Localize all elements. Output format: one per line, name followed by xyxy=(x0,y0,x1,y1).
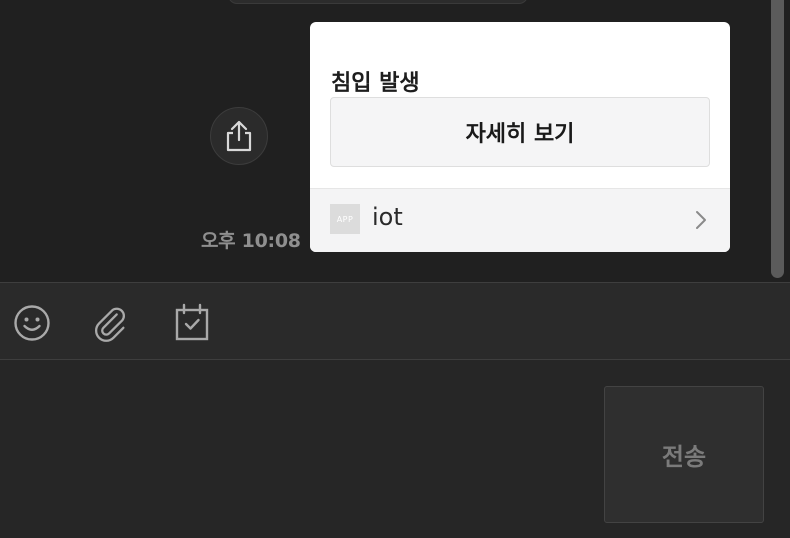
chat-area: 오후 10:08 침입 발생 자세히 보기 APP iot xyxy=(0,0,790,282)
paperclip-icon xyxy=(95,307,125,342)
emoji-button[interactable] xyxy=(12,303,52,343)
message-input[interactable] xyxy=(0,360,590,538)
app-name: iot xyxy=(372,203,403,231)
composer-toolbar xyxy=(0,282,790,360)
card-title: 침입 발생 xyxy=(331,71,420,96)
composer: 전송 xyxy=(0,360,790,538)
app-link[interactable]: APP iot xyxy=(310,188,730,252)
send-button[interactable]: 전송 xyxy=(604,386,764,523)
app-icon: APP xyxy=(330,204,360,234)
previous-message-bubble xyxy=(228,0,528,4)
chevron-right-icon xyxy=(696,211,706,229)
schedule-button[interactable] xyxy=(172,303,212,343)
share-button[interactable] xyxy=(210,107,268,165)
message-timestamp: 오후 10:08 xyxy=(201,230,301,252)
view-details-button[interactable]: 자세히 보기 xyxy=(330,97,710,167)
share-icon xyxy=(226,120,252,152)
emoji-icon xyxy=(14,305,50,341)
calendar-check-icon xyxy=(175,303,209,341)
message-card: 침입 발생 자세히 보기 APP iot xyxy=(310,22,730,252)
scrollbar[interactable] xyxy=(765,0,790,282)
attach-file-button[interactable] xyxy=(91,303,131,343)
scrollbar-thumb[interactable] xyxy=(771,0,784,278)
